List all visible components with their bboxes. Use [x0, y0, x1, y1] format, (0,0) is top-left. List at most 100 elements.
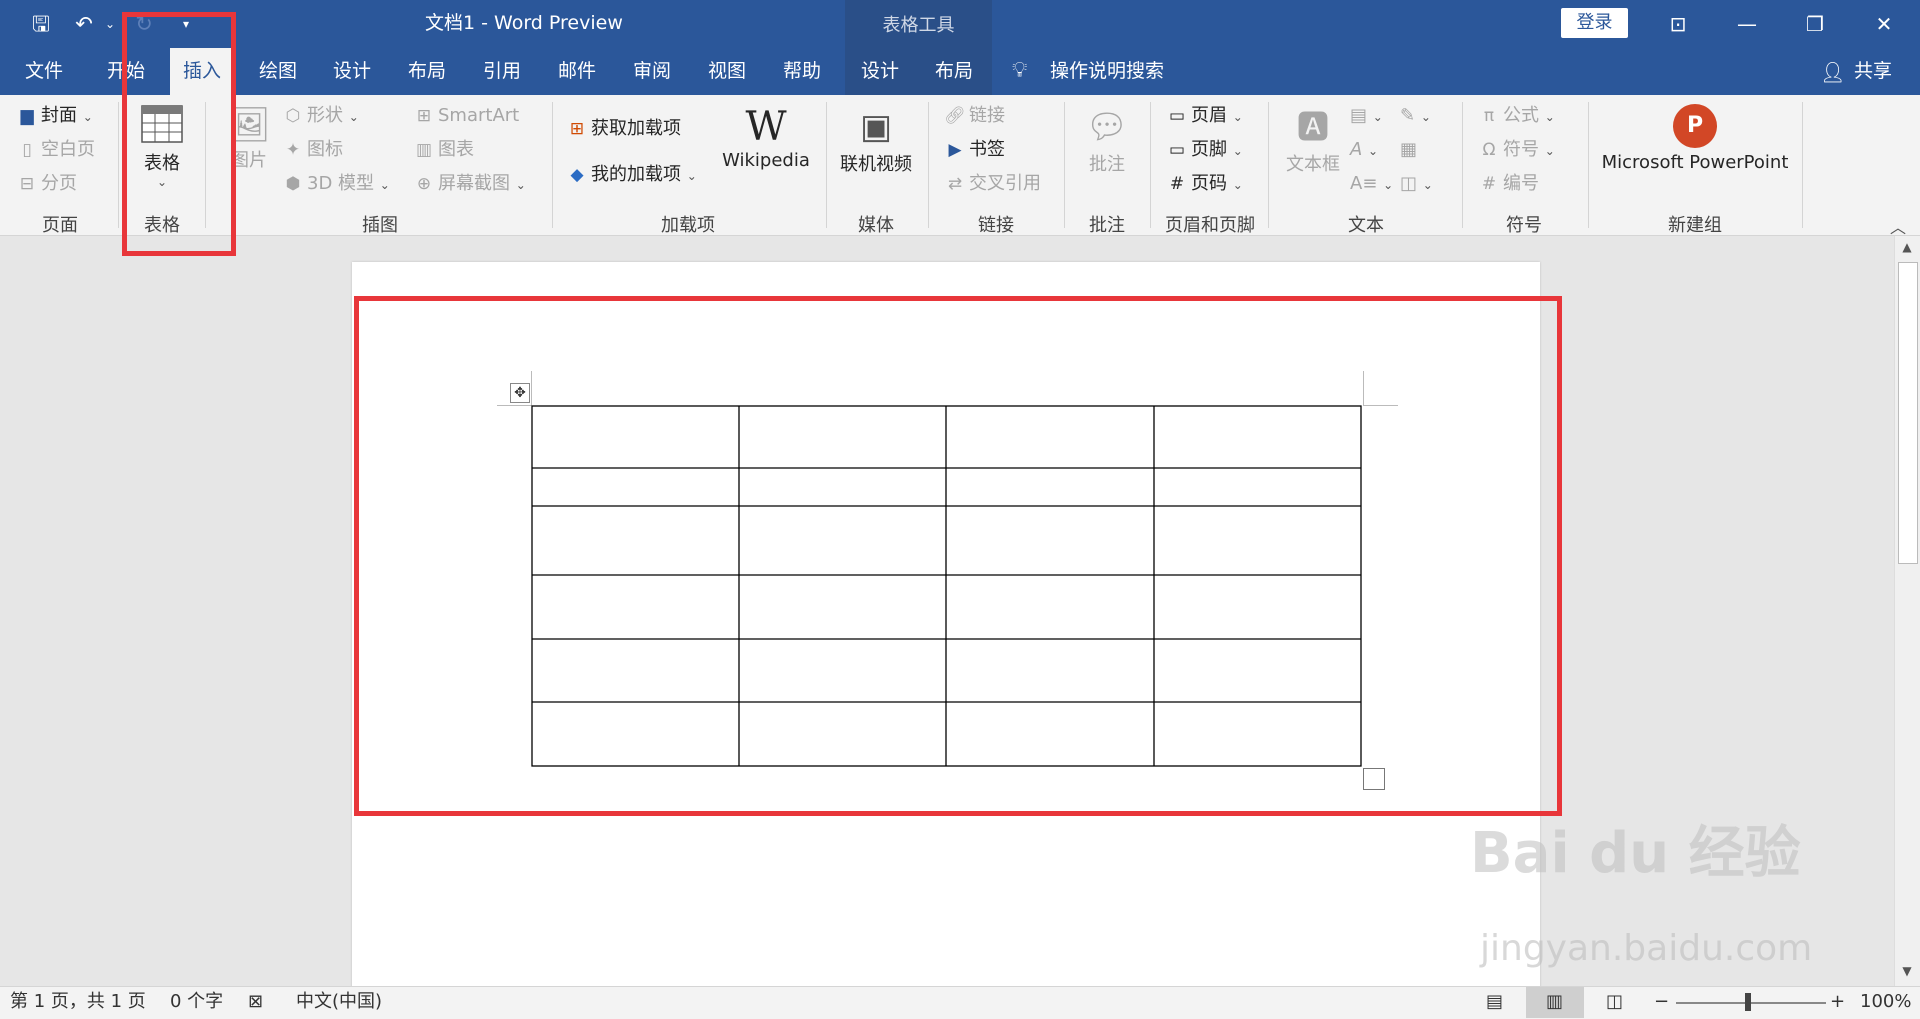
drop-cap-icon[interactable]: A≡ ⌄ [1350, 171, 1393, 197]
person-icon: 👤︎ [1820, 60, 1846, 84]
minimize-icon[interactable]: — [1727, 8, 1767, 40]
tab-design[interactable]: 设计 [320, 48, 384, 95]
my-addins-button[interactable]: ◆ 我的加载项 ⌄ [566, 162, 696, 188]
share-button[interactable]: 共享 [1848, 48, 1898, 95]
screenshot-button[interactable]: ⊕ 屏幕截图 ⌄ [413, 171, 526, 197]
link-button[interactable]: 🔗︎ 链接 [944, 103, 1005, 129]
zoom-slider[interactable] [1676, 1002, 1826, 1004]
tell-me-search[interactable]: 操作说明搜索 [1050, 48, 1170, 95]
separator [1462, 102, 1463, 228]
word-count[interactable]: 0 个字 [170, 990, 223, 1014]
baidu-watermark-logo: Bai du 经验 [1470, 821, 1801, 886]
lightbulb-icon: 💡︎ [1012, 58, 1028, 83]
zoom-slider-thumb[interactable] [1745, 993, 1751, 1011]
group-label-links: 链接 [978, 215, 1014, 236]
quick-parts-icon[interactable]: ▤ ⌄ [1350, 103, 1383, 129]
wikipedia-button[interactable]: W Wikipedia [718, 104, 814, 171]
tab-review[interactable]: 审阅 [620, 48, 684, 95]
header-button[interactable]: ▭ 页眉 ⌄ [1166, 103, 1243, 129]
group-label-text: 文本 [1348, 215, 1384, 236]
page-number-button[interactable]: # 页码 ⌄ [1166, 171, 1243, 197]
textbox-button[interactable]: 🅰︎ 文本框 [1280, 104, 1346, 176]
3d-models-button[interactable]: ⬢ 3D 模型 ⌄ [282, 171, 390, 197]
group-label-new-group: 新建组 [1668, 215, 1722, 236]
video-icon: ▣ [859, 107, 893, 147]
tab-references[interactable]: 引用 [470, 48, 534, 95]
proofing-icon[interactable]: ⊠ [248, 990, 263, 1014]
ribbon-display-icon[interactable]: ⊡ [1658, 8, 1698, 40]
tab-draw[interactable]: 绘图 [246, 48, 310, 95]
footer-button[interactable]: ▭ 页脚 ⌄ [1166, 137, 1243, 163]
object-icon[interactable]: ◫ ⌄ [1400, 171, 1433, 197]
blank-page-button[interactable]: ▯ 空白页 [16, 137, 95, 163]
status-bar [0, 986, 1920, 1019]
online-video-button[interactable]: ▣ 联机视频 [836, 104, 916, 176]
textbox-icon: 🅰︎ [1296, 108, 1329, 146]
separator [826, 102, 827, 228]
powerpoint-button[interactable]: P Microsoft PowerPoint [1600, 104, 1790, 173]
icons-button[interactable]: ✦ 图标 [282, 137, 343, 163]
page-break-button[interactable]: ⊟ 分页 [16, 171, 77, 197]
symbol-button[interactable]: Ω 符号 ⌄ [1478, 137, 1555, 163]
textbox-label: 文本框 [1286, 154, 1340, 175]
group-label-header-footer: 页眉和页脚 [1165, 215, 1255, 236]
separator [1588, 102, 1589, 228]
zoom-out-icon[interactable]: − [1654, 990, 1669, 1014]
bookmark-button[interactable]: ▶ 书签 [944, 137, 1005, 163]
signature-line-icon[interactable]: ✎ ⌄ [1400, 103, 1431, 129]
number-button[interactable]: # 编号 [1478, 171, 1539, 197]
tab-layout[interactable]: 布局 [395, 48, 459, 95]
tab-mailings[interactable]: 邮件 [545, 48, 609, 95]
highlight-box-table-button [122, 12, 236, 256]
tab-table-layout[interactable]: 布局 [922, 48, 986, 95]
tab-file[interactable]: 文件 [12, 48, 76, 95]
separator [118, 102, 119, 228]
login-button[interactable]: 登录 [1561, 8, 1628, 38]
comment-button[interactable]: 💬︎ 批注 [1076, 104, 1138, 176]
undo-dropdown-icon[interactable]: ⌄ [96, 10, 124, 38]
print-layout-icon[interactable]: ▥ [1546, 990, 1563, 1014]
separator [1268, 102, 1269, 228]
scroll-up-icon[interactable]: ▲ [1898, 240, 1916, 258]
restore-icon[interactable]: ❐ [1795, 8, 1835, 40]
separator [552, 102, 553, 228]
shapes-button[interactable]: ⬡ 形状 ⌄ [282, 103, 359, 129]
get-addins-button[interactable]: ⊞ 获取加载项 [566, 116, 681, 142]
date-time-icon[interactable]: ▦ [1400, 137, 1417, 163]
zoom-in-icon[interactable]: + [1830, 990, 1845, 1014]
baidu-watermark-url: jingyan.baidu.com [1480, 928, 1813, 969]
save-icon[interactable]: 🖫 [27, 10, 55, 38]
scrollbar-thumb[interactable] [1898, 262, 1918, 564]
separator [928, 102, 929, 228]
tab-view[interactable]: 视图 [695, 48, 759, 95]
contextual-group-label: 表格工具 [882, 15, 955, 36]
online-video-label: 联机视频 [840, 154, 912, 175]
undo-icon[interactable]: ↶ [70, 10, 98, 38]
cross-reference-button[interactable]: ⇄ 交叉引用 [944, 171, 1041, 197]
wikipedia-label: Wikipedia [722, 150, 810, 171]
page-count[interactable]: 第 1 页，共 1 页 [10, 990, 146, 1014]
chart-button[interactable]: ▥ 图表 [413, 137, 474, 163]
tab-table-design[interactable]: 设计 [848, 48, 912, 95]
scroll-down-icon[interactable]: ▼ [1898, 964, 1916, 982]
powerpoint-label: Microsoft PowerPoint [1601, 152, 1789, 173]
close-icon[interactable]: ✕ [1864, 8, 1904, 40]
highlight-box-table [354, 296, 1562, 816]
tab-help[interactable]: 帮助 [770, 48, 834, 95]
powerpoint-icon: P [1673, 104, 1717, 148]
separator [1064, 102, 1065, 228]
cover-page-button[interactable]: ▆ 封面 ⌄ [16, 103, 92, 129]
wordart-icon[interactable]: 𝘈 ⌄ [1350, 137, 1378, 163]
zoom-level[interactable]: 100% [1860, 990, 1911, 1014]
smartart-button[interactable]: ⊞ SmartArt [413, 103, 519, 129]
window-title: 文档1 - Word Preview [425, 12, 623, 34]
language-indicator[interactable]: 中文(中国) [296, 990, 382, 1014]
equation-button[interactable]: π 公式 ⌄ [1478, 103, 1555, 129]
group-label-media: 媒体 [858, 215, 894, 236]
web-layout-icon[interactable]: ◫ [1606, 990, 1623, 1014]
group-label-comments: 批注 [1089, 215, 1125, 236]
separator [1150, 102, 1151, 228]
collapse-ribbon-icon[interactable]: ︿ [1890, 214, 1906, 238]
read-mode-icon[interactable]: ▤ [1486, 990, 1503, 1014]
group-label-symbols: 符号 [1506, 215, 1542, 236]
